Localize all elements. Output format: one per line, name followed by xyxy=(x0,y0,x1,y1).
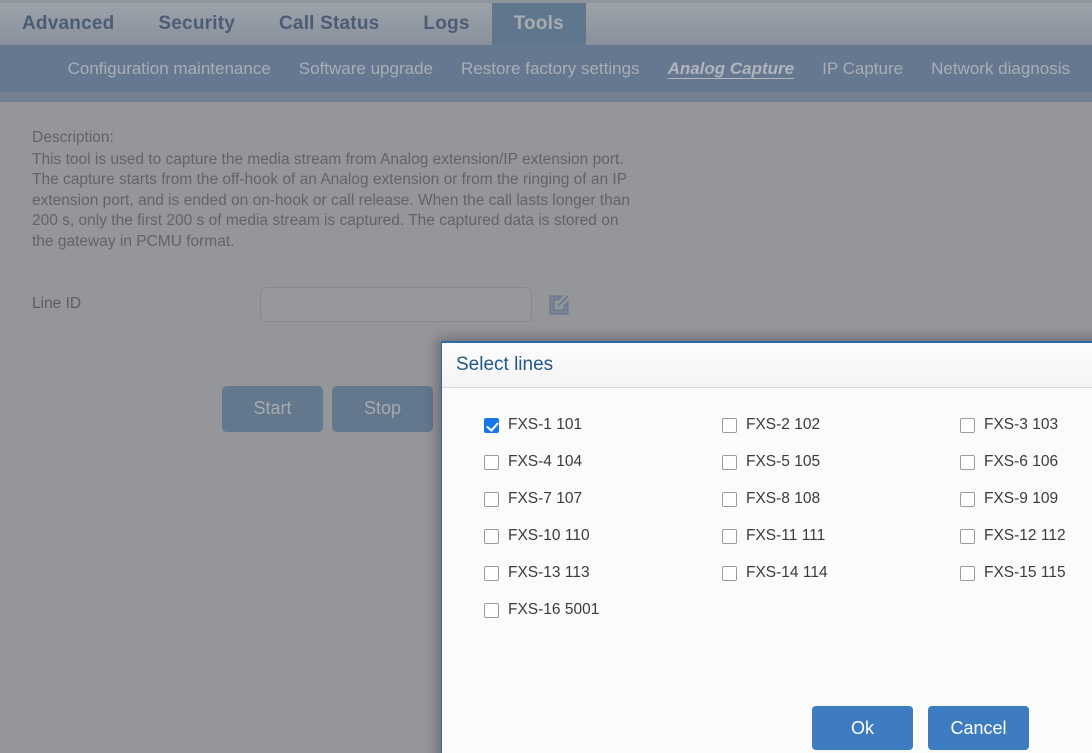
line-checkbox-label: FXS-4 104 xyxy=(508,453,583,470)
line-checkbox-label: FXS-16 5001 xyxy=(508,601,600,618)
checkbox-unchecked-icon[interactable] xyxy=(722,565,737,581)
checkbox-unchecked-icon[interactable] xyxy=(484,528,499,544)
line-checkbox-label: FXS-14 114 xyxy=(746,564,828,581)
line-checkbox-item[interactable]: FXS-2 102 xyxy=(722,416,960,434)
line-checkbox-item[interactable]: FXS-7 107 xyxy=(484,490,722,508)
checkbox-unchecked-icon[interactable] xyxy=(960,565,975,581)
line-checkbox-label: FXS-13 113 xyxy=(508,564,590,581)
select-lines-dialog: Select lines FXS-1 101 FXS-2 102 FXS-3 103… xyxy=(441,341,1092,753)
checkbox-unchecked-icon[interactable] xyxy=(960,491,975,507)
line-checkbox-item[interactable]: FXS-13 113 xyxy=(484,564,722,582)
checkbox-unchecked-icon[interactable] xyxy=(484,491,499,507)
line-checkbox-label: FXS-9 109 xyxy=(984,490,1059,507)
line-checkbox-label: FXS-11 111 xyxy=(746,527,826,544)
line-checkbox-label: FXS-12 112 xyxy=(984,527,1066,544)
checkbox-unchecked-icon[interactable] xyxy=(722,417,737,433)
line-checkbox-item[interactable]: FXS-10 110 xyxy=(484,527,722,545)
line-checkbox-item[interactable]: FXS-12 112 xyxy=(960,527,1092,545)
ok-button[interactable]: Ok xyxy=(812,706,913,750)
checkbox-unchecked-icon[interactable] xyxy=(722,528,737,544)
line-checkbox-item[interactable]: FXS-16 5001 xyxy=(484,601,722,619)
dialog-title: Select lines xyxy=(456,354,554,375)
line-checkbox-label: FXS-15 115 xyxy=(984,564,1066,581)
line-checkbox-item[interactable]: FXS-14 114 xyxy=(722,564,960,582)
line-checkbox-label: FXS-8 108 xyxy=(746,490,821,507)
checkbox-unchecked-icon[interactable] xyxy=(484,454,499,470)
line-checkbox-item[interactable]: FXS-3 103 xyxy=(960,416,1092,434)
line-checkbox-item[interactable]: FXS-15 115 xyxy=(960,564,1092,582)
checkbox-unchecked-icon[interactable] xyxy=(960,417,975,433)
line-checkbox-item[interactable]: FXS-8 108 xyxy=(722,490,960,508)
line-checkbox-label: FXS-7 107 xyxy=(508,490,583,507)
line-checkbox-item[interactable]: FXS-5 105 xyxy=(722,453,960,471)
checkbox-unchecked-icon[interactable] xyxy=(722,454,737,470)
cancel-button[interactable]: Cancel xyxy=(928,706,1029,750)
checkbox-unchecked-icon[interactable] xyxy=(484,565,499,581)
line-checkbox-label: FXS-2 102 xyxy=(746,416,821,433)
application-window: Advanced Security Call Status Logs Tools Con… xyxy=(0,0,1092,753)
line-checkbox-label: FXS-1 101 xyxy=(508,416,583,433)
checkbox-unchecked-icon[interactable] xyxy=(960,528,975,544)
line-checkbox-label: FXS-6 106 xyxy=(984,453,1059,470)
line-checkbox-item[interactable]: FXS-6 106 xyxy=(960,453,1092,471)
dialog-footer: Ok Cancel xyxy=(442,685,1092,753)
line-checkbox-label: FXS-5 105 xyxy=(746,453,821,470)
line-checkbox-label: FXS-3 103 xyxy=(984,416,1059,433)
dialog-header: Select lines xyxy=(442,343,1092,388)
line-checkbox-item[interactable]: FXS-9 109 xyxy=(960,490,1092,508)
line-checkbox-item[interactable]: FXS-4 104 xyxy=(484,453,722,471)
line-checkbox-item[interactable]: FXS-11 111 xyxy=(722,527,960,545)
line-checkbox-label: FXS-10 110 xyxy=(508,527,590,544)
line-checkbox-item[interactable]: FXS-1 101 xyxy=(484,416,722,434)
checkbox-checked-icon[interactable] xyxy=(484,417,499,433)
checkbox-unchecked-icon[interactable] xyxy=(722,491,737,507)
checkbox-unchecked-icon[interactable] xyxy=(484,602,499,618)
checkbox-unchecked-icon[interactable] xyxy=(960,454,975,470)
line-checkbox-grid: FXS-1 101 FXS-2 102 FXS-3 103 FXS-4 104 FXS-… xyxy=(442,416,1092,619)
dialog-body: FXS-1 101 FXS-2 102 FXS-3 103 FXS-4 104 FXS-… xyxy=(442,388,1092,685)
